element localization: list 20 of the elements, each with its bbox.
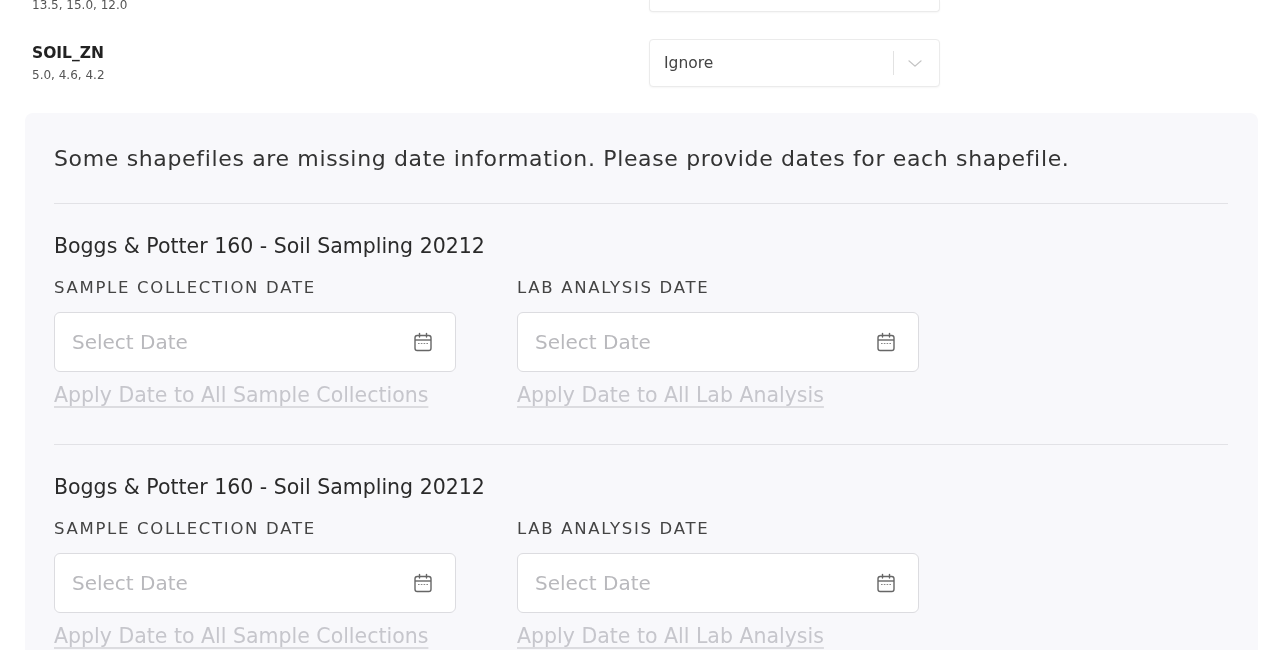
date-label: SAMPLE COLLECTION DATE: [54, 278, 317, 298]
chevron-down-icon: [908, 59, 922, 67]
calendar-icon: [413, 332, 433, 352]
missing-dates-message: Some shapefiles are missing date information. Please provide dates for each shapefile.: [54, 145, 1071, 173]
field-values: 13.5, 15.0, 12.0: [32, 0, 129, 12]
calendar-icon: [876, 332, 896, 352]
date-label: LAB ANALYSIS DATE: [517, 278, 711, 298]
date-label: LAB ANALYSIS DATE: [517, 519, 711, 539]
date-input[interactable]: Select Date: [54, 312, 456, 372]
select-field[interactable]: Ignore: [649, 39, 940, 87]
calendar-icon: [876, 573, 896, 593]
shapefile-title: Boggs & Potter 160 - Soil Sampling 20212: [54, 233, 486, 259]
shapefile-title: Boggs & Potter 160 - Soil Sampling 20212: [54, 474, 486, 500]
date-input[interactable]: Select Date: [517, 312, 919, 372]
date-label: SAMPLE COLLECTION DATE: [54, 519, 317, 539]
date-input[interactable]: Select Date: [54, 553, 456, 613]
field-name: SOIL_ZN: [32, 44, 105, 62]
calendar-icon: [413, 573, 433, 593]
date-input[interactable]: Select Date: [517, 553, 919, 613]
field-values: 5.0, 4.6, 4.2: [32, 69, 106, 82]
